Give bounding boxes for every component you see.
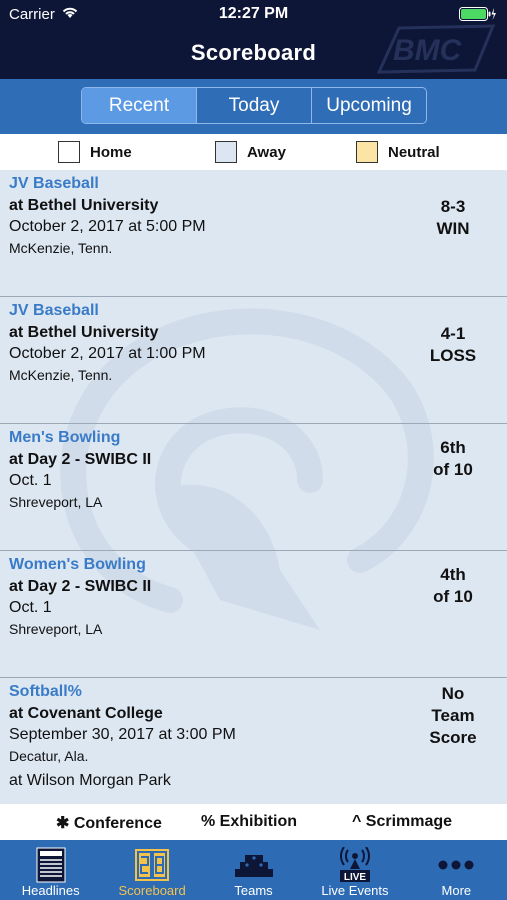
game-opponent: at Bethel University	[9, 324, 159, 341]
app-header: Carrier 12:27 PM Scoreboard BMC	[0, 0, 507, 79]
legend-exhibition: % Exhibition	[201, 813, 297, 830]
game-result: 4th of 10	[400, 564, 506, 608]
game-result: 4-1 LOSS	[400, 323, 506, 367]
live-tower-icon: LIVE	[339, 847, 370, 883]
game-location: McKenzie, Tenn.	[9, 367, 113, 383]
svg-text:LIVE: LIVE	[344, 872, 367, 883]
tab-live-events-label: Live Events	[321, 883, 389, 898]
result-outcome: WIN	[436, 219, 470, 238]
game-list[interactable]: JV Baseball at Bethel University October…	[0, 170, 507, 804]
result-score: 8-3	[440, 197, 466, 216]
result-of: of 10	[433, 587, 473, 606]
away-swatch	[215, 141, 237, 163]
legend-neutral: Neutral	[356, 141, 440, 163]
result-place: 6th	[440, 438, 466, 457]
more-dots-icon	[438, 860, 474, 870]
bleachers-icon	[234, 855, 273, 877]
game-opponent: at Day 2 - SWIBC II	[9, 578, 152, 595]
logo-text: BMC	[393, 34, 463, 67]
game-opponent: at Covenant College	[9, 705, 163, 722]
tab-teams[interactable]: Teams	[203, 840, 304, 900]
game-opponent: at Bethel University	[9, 197, 159, 214]
segmented-control: Recent Today Upcoming	[81, 87, 427, 124]
tab-scoreboard[interactable]: Scoreboard	[101, 840, 202, 900]
home-swatch	[58, 141, 80, 163]
tab-headlines-label: Headlines	[21, 883, 80, 898]
game-date: Oct. 1	[9, 472, 52, 489]
bmc-logo: BMC	[376, 24, 496, 74]
game-sport: JV Baseball	[9, 302, 99, 319]
tab-live-events[interactable]: LIVE Live Events	[304, 840, 405, 900]
game-sport: Women's Bowling	[9, 556, 146, 573]
tab-scoreboard-label: Scoreboard	[118, 883, 186, 898]
status-time: 12:27 PM	[218, 5, 289, 22]
tab-more-label: More	[441, 883, 472, 898]
tab-headlines[interactable]: Headlines	[0, 840, 101, 900]
segment-recent[interactable]: Recent	[82, 88, 197, 123]
result-place: 4th	[440, 565, 466, 584]
legend-away-label: Away	[247, 143, 286, 161]
game-sport: JV Baseball	[9, 175, 99, 192]
neutral-swatch	[356, 141, 378, 163]
result-line-3: Score	[429, 728, 477, 747]
game-opponent: at Day 2 - SWIBC II	[9, 451, 152, 468]
segment-upcoming[interactable]: Upcoming	[312, 88, 426, 123]
legend-neutral-label: Neutral	[388, 143, 440, 161]
tab-bar: Headlines Scoreboard Teams LIVE Live Eve…	[0, 840, 507, 900]
game-location: Shreveport, LA	[9, 494, 103, 510]
game-result: 8-3 WIN	[400, 196, 506, 240]
game-row[interactable]: Men's Bowling at Day 2 - SWIBC II Oct. 1…	[0, 424, 507, 551]
game-location: Shreveport, LA	[9, 621, 103, 637]
result-of: of 10	[433, 460, 473, 479]
legend-conference: ✱ Conference	[56, 815, 162, 832]
game-row[interactable]: JV Baseball at Bethel University October…	[0, 297, 507, 424]
tab-teams-label: Teams	[234, 883, 273, 898]
game-location: Decatur, Ala.	[9, 748, 89, 764]
game-location: McKenzie, Tenn.	[9, 240, 113, 256]
game-sport: Men's Bowling	[9, 429, 121, 446]
location-legend: Home Away Neutral	[0, 134, 507, 170]
game-venue: at Wilson Morgan Park	[9, 772, 171, 789]
result-line-1: No	[441, 684, 465, 703]
segment-today[interactable]: Today	[197, 88, 312, 123]
legend-scrimmage: ^ Scrimmage	[352, 813, 453, 830]
legend-home: Home	[58, 141, 132, 163]
game-row[interactable]: Softball% at Covenant College September …	[0, 678, 507, 804]
game-date: September 30, 2017 at 3:00 PM	[9, 726, 236, 743]
game-result: No Team Score	[400, 683, 506, 749]
segment-bar: Recent Today Upcoming	[0, 79, 507, 134]
symbol-legend: ✱ Conference % Exhibition ^ Scrimmage	[0, 804, 507, 840]
game-date: October 2, 2017 at 1:00 PM	[9, 345, 206, 362]
battery-icon	[459, 7, 496, 21]
result-line-2: Team	[431, 706, 475, 725]
tab-more[interactable]: More	[406, 840, 507, 900]
game-date: Oct. 1	[9, 599, 52, 616]
game-row[interactable]: Women's Bowling at Day 2 - SWIBC II Oct.…	[0, 551, 507, 678]
legend-away: Away	[215, 141, 286, 163]
result-score: 4-1	[440, 324, 466, 343]
game-date: October 2, 2017 at 5:00 PM	[9, 218, 206, 235]
game-row[interactable]: JV Baseball at Bethel University October…	[0, 170, 507, 297]
legend-home-label: Home	[90, 143, 132, 161]
scoreboard-icon	[135, 849, 170, 881]
newspaper-icon	[36, 847, 66, 883]
result-outcome: LOSS	[429, 346, 477, 365]
game-sport: Softball%	[9, 683, 82, 700]
game-result: 6th of 10	[400, 437, 506, 481]
